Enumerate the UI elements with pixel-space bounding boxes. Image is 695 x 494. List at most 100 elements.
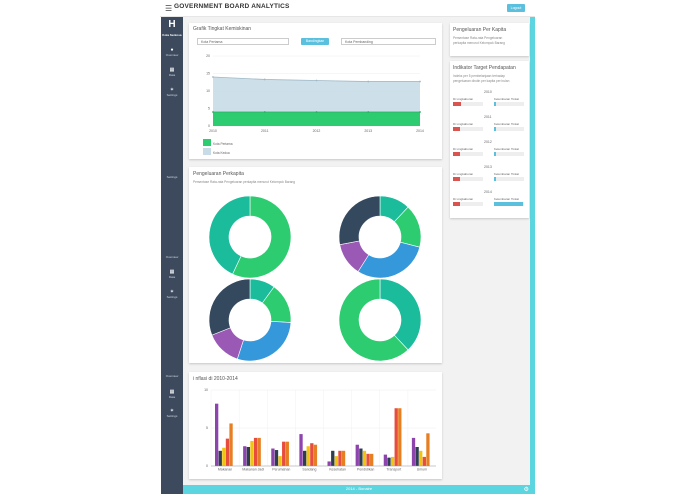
target-card: Indikator Target Pendapatan Indeks per 5… [450,61,529,218]
bar [222,447,226,466]
data-point [367,111,370,113]
bar [355,444,359,466]
target-left-bar [453,152,483,156]
target-right-label: Kelembaran Tinkat [494,97,520,101]
sidebar-item-settings[interactable]: ✶ Settings [161,289,183,299]
card-subtitle: Indeks per 5 pembelanjaan terhadap [453,74,505,78]
card-subtitle: perkapita menurut Kelompok Barang [453,41,505,45]
bar [299,434,303,466]
sidebar-item-overview[interactable]: Overview [161,255,183,259]
target-left-label: Di Lingkaburan [453,172,474,176]
y-tick-label: 5 [208,107,210,111]
data-point [263,111,266,113]
poverty-card: Grafik Tingkat Kemiskinan Kota Pertama B… [189,23,442,159]
target-year: 2011 [484,115,492,119]
percapita-card: Pengeluaran Per Kapita Persentase Rata-r… [450,23,529,56]
poverty-area-chart: 0 5 10 15 20 2010 2011 2012 2013 2014 Kota Pertama… [203,54,424,155]
target-year: 2010 [484,90,492,94]
target-bar-fill [453,152,460,156]
card-title: Indikator Target Pendapatan [453,65,516,71]
card-title: Pengeluaran Per Kapita [453,27,507,33]
y-tick-label: 10 [206,89,210,93]
bar [362,450,367,466]
target-left-label: Di Lingkaburan [453,197,474,201]
x-tick-label: Umum [417,468,427,472]
bar [229,423,233,466]
data-point [367,80,370,83]
legend-label: Kota Kedua [213,151,230,155]
bar [419,450,423,466]
x-tick-label: 2013 [364,129,372,133]
bar [257,437,261,466]
bar [313,444,318,466]
y-tick-label: 0 [208,124,210,128]
bar [225,438,230,466]
bar [271,448,275,466]
bar [218,450,222,466]
bar [327,461,331,466]
app-title: GOVERNMENT BOARD ANALYTICS [174,3,290,10]
target-left-label: Di Lingkaburan [453,147,474,151]
donut-slice [338,195,381,246]
data-point [315,111,318,113]
x-tick-label: 2012 [313,129,321,133]
sidebar: H Kota Sentosa ● Overview ▦ Data ✶ Settings… [161,17,183,494]
y-tick-label: 0 [206,464,208,468]
donut-slice [208,278,251,336]
logo: H [168,19,176,30]
y-tick-label: 15 [206,72,210,76]
gear-icon[interactable]: ⚙ [524,486,529,493]
sidebar-item-overview[interactable]: ● Overview [161,47,183,57]
y-tick-label: 5 [206,426,208,430]
area-series [213,112,420,126]
sidebar-item-data[interactable]: ▦ Data [161,67,183,77]
bar [426,433,430,466]
data-point [263,78,266,81]
data-point [419,80,421,83]
donut-charts [208,195,422,362]
bar [415,447,419,466]
sidebar-item-settings[interactable]: ✶ Settings [161,408,183,418]
bar [390,456,395,466]
target-year: 2012 [484,140,492,144]
logout-button[interactable]: Logout [507,4,525,12]
target-right-bar [494,152,524,156]
inflation-bar-chart: 0 5 10 Makanan Makanan Jadi Perumahan Sandang K… [204,388,436,472]
target-left-label: Di Lingkaburan [453,97,474,101]
legend-swatch [203,139,211,146]
target-right-bar [494,202,524,206]
data-point [212,76,214,78]
target-left-bar [453,102,483,106]
x-tick-label: Makanan [218,468,232,472]
sidebar-item-data[interactable]: ▦ Data [161,269,183,279]
card-subtitle: Persentase Rata-rata Pengeluaran [453,36,503,40]
donut-slice [357,241,421,279]
target-right-label: Kelembaran Tinkat [494,172,520,176]
target-bar-fill [494,202,523,206]
bar [285,441,289,466]
bar [253,437,258,466]
bar [341,450,346,466]
footer: 2014 - Bonaire ⚙ [183,485,535,494]
target-bar-fill [453,102,462,106]
sidebar-item-data[interactable]: ▦ Data [161,389,183,399]
x-tick-label: Makanan Jadi [242,468,264,472]
legend-swatch [203,148,211,155]
target-bar-fill [494,152,496,156]
target-right-bar [494,177,524,181]
target-right-label: Kelembaran Tinkat [494,122,520,126]
x-tick-label: 2014 [416,129,424,133]
sidebar-item-settings-extra[interactable]: Settings [161,175,183,179]
bar [387,457,391,466]
target-left-bar [453,202,483,206]
sidebar-item-overview[interactable]: Overview [161,374,183,378]
bar [383,454,388,466]
target-right-label: Kelembaran Tinkat [494,197,520,201]
data-point [315,79,318,82]
data-point [212,111,214,113]
target-bar-fill [453,177,460,181]
bar [398,408,402,466]
sidebar-item-settings[interactable]: ✶ Settings [161,87,183,97]
donut-slice [236,321,292,362]
hamburger-icon[interactable]: ☰ [165,4,172,13]
